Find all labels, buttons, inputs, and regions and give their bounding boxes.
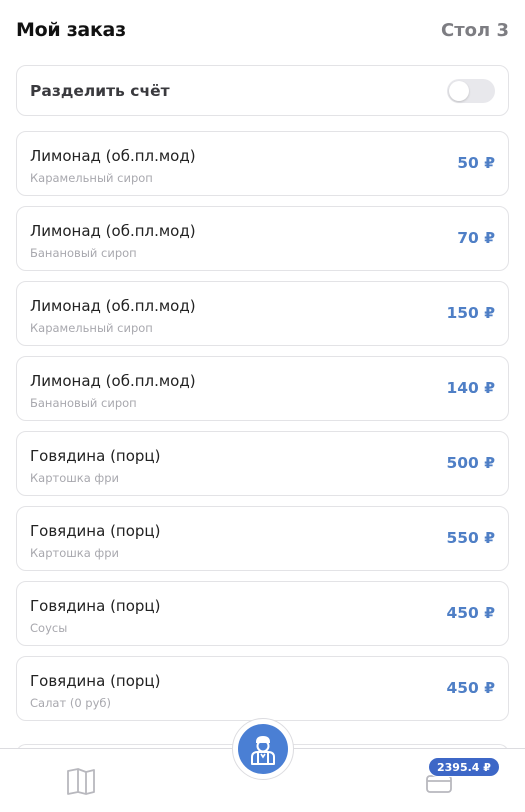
item-price: 140 ₽ [446, 379, 495, 397]
item-modifier: Банановый сироп [30, 396, 137, 410]
page-header: Мой заказ Стол 3 [16, 17, 509, 43]
item-price: 150 ₽ [446, 304, 495, 322]
item-modifier: Соусы [30, 621, 68, 635]
order-item[interactable]: Говядина (порц) Салат (0 руб) 450 ₽ [16, 656, 509, 721]
item-modifier: Картошка фри [30, 546, 120, 560]
split-bill-row[interactable]: Разделить счёт [16, 65, 509, 116]
order-items-list: Лимонад (об.пл.мод) Карамельный сироп 50… [16, 131, 509, 731]
item-name: Говядина (порц) [30, 522, 161, 540]
toggle-knob [449, 80, 469, 101]
order-item[interactable]: Говядина (порц) Картошка фри 500 ₽ [16, 431, 509, 496]
split-bill-label: Разделить счёт [30, 81, 170, 100]
item-name: Лимонад (об.пл.мод) [30, 222, 196, 240]
order-item[interactable]: Лимонад (об.пл.мод) Банановый сироп 140 … [16, 356, 509, 421]
page-title: Мой заказ [16, 19, 126, 41]
item-price: 550 ₽ [446, 529, 495, 547]
waiter-icon[interactable] [238, 724, 288, 774]
item-price: 70 ₽ [457, 229, 495, 247]
order-item[interactable]: Лимонад (об.пл.мод) Карамельный сироп 15… [16, 281, 509, 346]
split-bill-toggle[interactable] [447, 78, 495, 103]
item-price: 50 ₽ [457, 154, 495, 172]
item-price: 500 ₽ [446, 454, 495, 472]
item-modifier: Картошка фри [30, 471, 120, 485]
item-name: Говядина (порц) [30, 597, 161, 615]
item-modifier: Салат (0 руб) [30, 696, 111, 710]
order-item[interactable]: Говядина (порц) Картошка фри 550 ₽ [16, 506, 509, 571]
item-modifier: Карамельный сироп [30, 321, 153, 335]
order-item[interactable]: Лимонад (об.пл.мод) Карамельный сироп 50… [16, 131, 509, 196]
item-price: 450 ₽ [446, 604, 495, 622]
item-modifier: Карамельный сироп [30, 171, 153, 185]
order-item[interactable]: Лимонад (об.пл.мод) Банановый сироп 70 ₽ [16, 206, 509, 271]
item-price: 450 ₽ [446, 679, 495, 697]
book-icon[interactable] [66, 767, 96, 795]
item-modifier: Банановый сироп [30, 246, 137, 260]
order-item[interactable]: Говядина (порц) Соусы 450 ₽ [16, 581, 509, 646]
item-name: Лимонад (об.пл.мод) [30, 372, 196, 390]
total-badge[interactable]: 2395.4 ₽ [428, 757, 500, 777]
item-name: Говядина (порц) [30, 672, 161, 690]
table-number: Стол 3 [441, 19, 509, 41]
item-name: Говядина (порц) [30, 447, 161, 465]
item-name: Лимонад (об.пл.мод) [30, 297, 196, 315]
item-name: Лимонад (об.пл.мод) [30, 147, 196, 165]
